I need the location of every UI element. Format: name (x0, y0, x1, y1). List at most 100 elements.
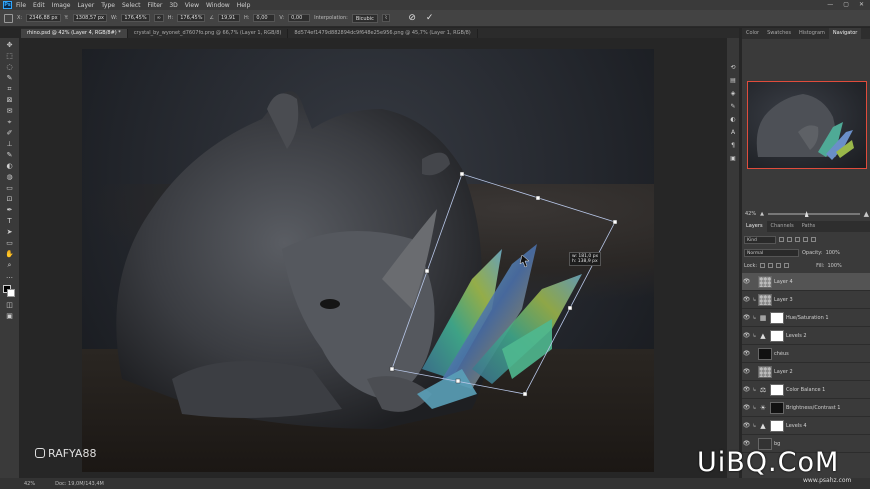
menu-item-filter[interactable]: Filter (148, 2, 163, 9)
layer-thumbnail[interactable] (770, 419, 784, 432)
adjustments-icon[interactable]: ◐ (730, 116, 737, 123)
menu-item-file[interactable]: File (16, 2, 26, 9)
layer-thumbnail[interactable] (770, 329, 784, 342)
background-color[interactable] (7, 289, 15, 297)
maximize-icon[interactable]: ▢ (843, 1, 849, 8)
layer-row[interactable]: 👁︎ ↳ ☀ Brightness/Contrast 1 (742, 399, 870, 417)
height-field[interactable]: 176,45% (177, 14, 206, 22)
tool-icon[interactable]: ▭ (5, 239, 14, 247)
3d-icon[interactable]: ◈ (730, 90, 737, 97)
layer-thumbnail[interactable] (758, 293, 772, 306)
commit-transform-button[interactable]: ✓ (426, 13, 434, 23)
lock-pixels-icon[interactable] (768, 263, 774, 268)
tool-icon[interactable]: ⌗ (5, 85, 14, 93)
panel-tab-layers[interactable]: Layers (742, 221, 767, 232)
menu-item-layer[interactable]: Layer (77, 2, 94, 9)
menu-item-select[interactable]: Select (122, 2, 141, 9)
minimize-icon[interactable]: — (827, 1, 833, 8)
visibility-eye-icon[interactable]: 👁︎ (742, 278, 751, 285)
fill-value[interactable]: 100% (827, 263, 841, 269)
kind-filter[interactable]: Kind (744, 235, 776, 244)
link-icon[interactable]: ∞ (153, 14, 164, 22)
panel-tab-navigator[interactable]: Navigator (828, 28, 862, 39)
v-skew-field[interactable]: 0,00 (288, 14, 311, 22)
visibility-eye-icon[interactable]: 👁︎ (742, 440, 751, 447)
layer-thumbnail[interactable] (770, 311, 784, 324)
document-canvas[interactable]: w: 181,0 px h: 138,9 px (82, 49, 654, 472)
layer-thumbnail[interactable] (758, 347, 772, 360)
layer-thumbnail[interactable] (770, 383, 784, 396)
width-field[interactable]: 176,45% (121, 14, 150, 22)
visibility-eye-icon[interactable]: 👁︎ (742, 332, 751, 339)
tool-icon[interactable]: … (5, 272, 14, 280)
filter-shape-icon[interactable] (803, 237, 808, 242)
h-skew-field[interactable]: 0,00 (253, 14, 276, 22)
tool-icon[interactable]: ⌕ (5, 261, 14, 269)
layer-name[interactable]: Layer 4 (774, 279, 793, 285)
filter-type-icon[interactable] (795, 237, 800, 242)
lock-position-icon[interactable] (776, 263, 782, 268)
panel-tab-swatches[interactable]: Swatches (763, 28, 795, 39)
layer-row[interactable]: 👁︎ Layer 4 (742, 273, 870, 291)
paragraph-icon[interactable]: ¶ (730, 142, 737, 149)
menu-item-help[interactable]: Help (237, 2, 251, 9)
lock-all-icon[interactable] (784, 263, 790, 268)
panel-tab-channels[interactable]: Channels (767, 221, 798, 232)
angle-field[interactable]: 19,91 (217, 14, 240, 22)
tool-icon[interactable]: ◌ (5, 63, 14, 71)
panel-tab-color[interactable]: Color (742, 28, 763, 39)
layer-row[interactable]: 👁︎ Layer 2 (742, 363, 870, 381)
visibility-eye-icon[interactable]: 👁︎ (742, 368, 751, 375)
layer-thumbnail[interactable] (770, 401, 784, 414)
document-tab[interactable]: rhino.psd @ 42% (Layer 4, RGB/8#) * (21, 29, 128, 38)
canvas-area[interactable]: w: 181,0 px h: 138,9 px RAFYA88 (19, 38, 739, 478)
menu-item-image[interactable]: Image (52, 2, 71, 9)
tool-icon[interactable]: ✎ (5, 74, 14, 82)
photoshop-logo[interactable]: Ps (3, 1, 12, 9)
document-tab[interactable]: 8d574ef1479d882894dc9f648e25e956.png @ 4… (288, 29, 478, 38)
tool-icon[interactable]: ➤ (5, 228, 14, 236)
tool-icon[interactable]: ◐ (5, 162, 14, 170)
menu-item-window[interactable]: Window (206, 2, 230, 9)
layer-name[interactable]: Levels 4 (786, 423, 807, 429)
tool-icon[interactable]: ⊠ (5, 96, 14, 104)
tool-icon[interactable]: ✎ (5, 151, 14, 159)
zoom-out-icon[interactable]: ▲ (760, 211, 764, 217)
layer-name[interactable]: chéus (774, 351, 789, 357)
layer-row[interactable]: 👁︎ chéus (742, 345, 870, 363)
quick-mask-icon[interactable]: ◫ (5, 301, 14, 309)
tool-icon[interactable]: ◍ (5, 173, 14, 181)
layer-row[interactable]: 👁︎ ↳ ⚖ Color Balance 1 (742, 381, 870, 399)
layer-thumbnail[interactable] (758, 365, 772, 378)
layer-row[interactable]: 👁︎ ↳ ▦ Hue/Saturation 1 (742, 309, 870, 327)
document-tab[interactable]: crystal_by_wyonet_d7607fo.png @ 66,7% (L… (128, 29, 289, 38)
opacity-value[interactable]: 100% (826, 250, 840, 256)
status-zoom[interactable]: 42% (24, 481, 35, 487)
tool-icon[interactable]: ▭ (5, 184, 14, 192)
layer-thumbnail[interactable] (758, 275, 772, 288)
brush-settings-icon[interactable]: ✎ (730, 103, 737, 110)
tool-icon[interactable]: ⊡ (5, 195, 14, 203)
panel-tab-histogram[interactable]: Histogram (795, 28, 829, 39)
filter-pixel-icon[interactable] (779, 237, 784, 242)
tool-icon[interactable]: ✐ (5, 129, 14, 137)
lock-transparent-icon[interactable] (760, 263, 766, 268)
tool-icon[interactable]: ✉ (5, 107, 14, 115)
layer-name[interactable]: bg (774, 441, 780, 447)
tool-icon[interactable]: ⌖ (5, 118, 14, 126)
visibility-eye-icon[interactable]: 👁︎ (742, 386, 751, 393)
visibility-eye-icon[interactable]: 👁︎ (742, 422, 751, 429)
menu-item-type[interactable]: Type (101, 2, 115, 9)
visibility-eye-icon[interactable]: 👁︎ (742, 314, 751, 321)
warp-icon[interactable]: ⌇ (381, 14, 391, 22)
color-swatches[interactable] (3, 285, 16, 298)
layer-name[interactable]: Layer 3 (774, 297, 793, 303)
layer-name[interactable]: Brightness/Contrast 1 (786, 405, 840, 411)
properties-icon[interactable]: ▤ (730, 77, 737, 84)
panel-tab-paths[interactable]: Paths (798, 221, 820, 232)
filter-smart-icon[interactable] (811, 237, 816, 242)
layer-name[interactable]: Color Balance 1 (786, 387, 825, 393)
menu-item-3d[interactable]: 3D (169, 2, 177, 9)
layer-name[interactable]: Levels 2 (786, 333, 807, 339)
cancel-transform-button[interactable]: ⊘ (408, 13, 416, 23)
